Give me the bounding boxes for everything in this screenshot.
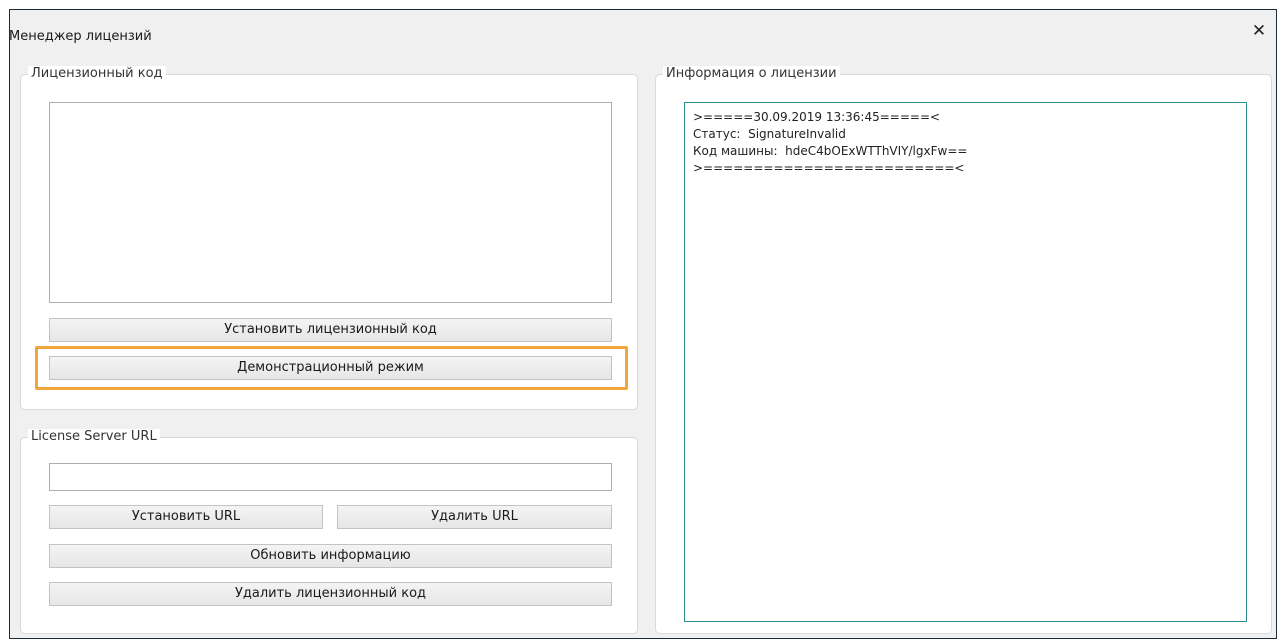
refresh-info-button[interactable]: Обновить информацию <box>49 544 612 568</box>
license-code-legend: Лицензионный код <box>28 66 166 82</box>
set-url-button[interactable]: Установить URL <box>49 505 323 529</box>
license-info-legend: Информация о лицензии <box>663 66 840 82</box>
license-server-url-input[interactable] <box>49 463 612 491</box>
license-info-textbox[interactable]: >=====30.09.2019 13:36:45=====< Статус: … <box>684 102 1247 622</box>
info-line-status: Статус: SignatureInvalid <box>693 127 846 141</box>
install-license-code-button[interactable]: Установить лицензионный код <box>49 318 612 342</box>
close-icon[interactable]: ✕ <box>1250 21 1268 41</box>
info-line-footer: >=========================< <box>693 161 965 175</box>
info-line-machine-code: Код машины: hdeC4bOExWTThVIY/lgxFw== <box>693 144 968 158</box>
delete-license-code-button[interactable]: Удалить лицензионный код <box>49 582 612 606</box>
delete-url-button[interactable]: Удалить URL <box>337 505 612 529</box>
license-server-legend: License Server URL <box>28 429 160 445</box>
window-title: Менеджер лицензий <box>9 29 152 44</box>
info-line-header: >=====30.09.2019 13:36:45=====< <box>693 110 941 124</box>
license-code-textarea[interactable] <box>49 102 612 303</box>
demo-mode-button[interactable]: Демонстрационный режим <box>49 356 612 380</box>
